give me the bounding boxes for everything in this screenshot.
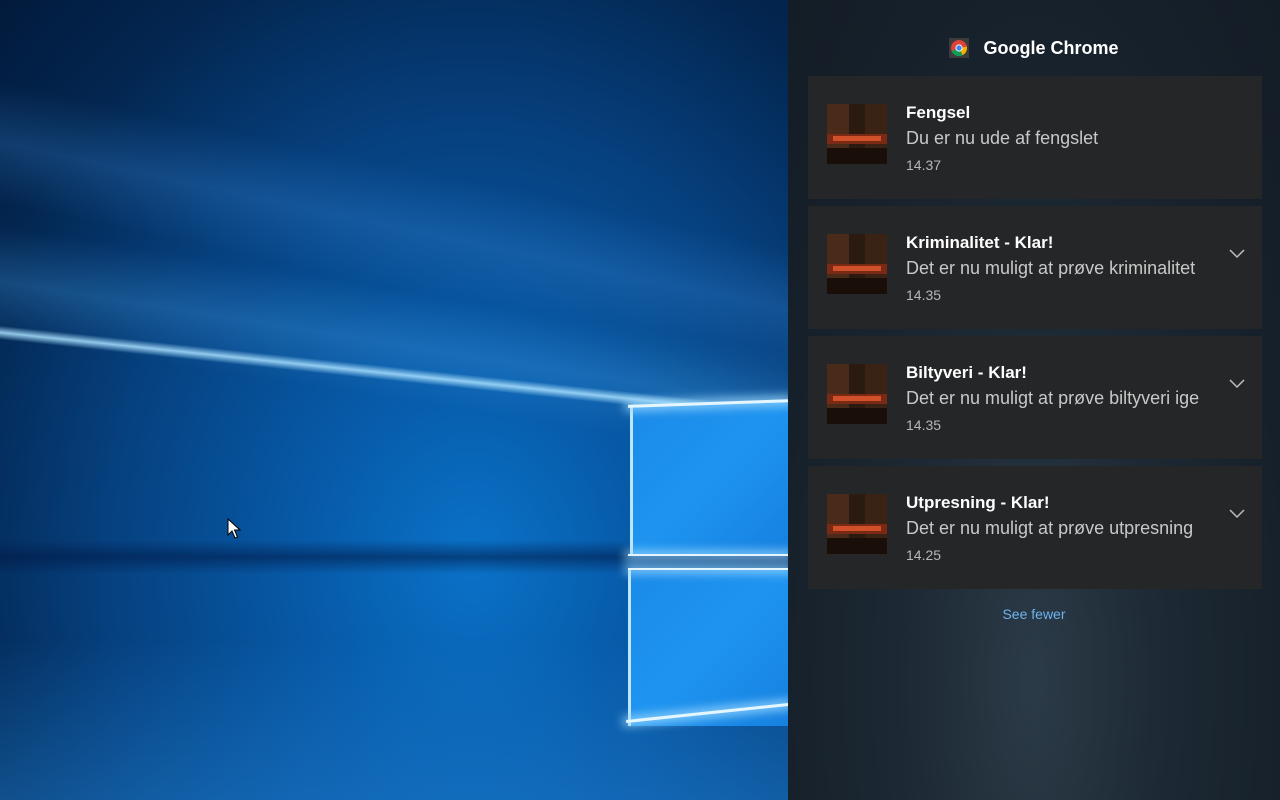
mouse-cursor-icon [227,518,241,539]
notification-card[interactable]: Biltyveri - Klar! Det er nu muligt at pr… [808,336,1262,459]
chrome-icon [949,38,970,58]
see-fewer-link[interactable]: See fewer [788,606,1280,622]
desktop-wallpaper[interactable] [0,0,788,800]
notification-body: Du er nu ude af fengslet [906,128,1099,148]
notification-list: Fengsel Du er nu ude af fengslet 14.37 K… [808,76,1262,596]
notification-time: 14.35 [906,417,942,433]
notification-body: Det er nu muligt at prøve kriminalitet [906,258,1196,278]
windows-logo-edge [628,554,788,556]
game-thumbnail [827,104,887,164]
notification-time: 14.25 [906,547,942,563]
game-thumbnail [827,364,887,424]
notification-title: Fengsel [906,103,971,122]
notification-group-header[interactable]: Google Chrome [788,30,1280,66]
windows-logo-pane [630,400,788,554]
notification-card[interactable]: Fengsel Du er nu ude af fengslet 14.37 [808,76,1262,199]
notification-card[interactable]: Kriminalitet - Klar! Det er nu muligt at… [808,206,1262,329]
chevron-down-icon[interactable] [1228,248,1246,260]
chevron-down-icon[interactable] [1228,508,1246,520]
game-thumbnail [827,494,887,554]
notification-title: Biltyveri - Klar! [906,363,1027,382]
notification-time: 14.35 [906,287,942,303]
notification-body: Det er nu muligt at prøve biltyveri ige [906,388,1200,408]
action-center-panel: Google Chrome Fengsel Du er nu ude af fe… [788,0,1280,800]
notification-title: Utpresning - Klar! [906,493,1050,512]
windows-logo-pane [628,568,788,726]
notification-time: 14.37 [906,157,942,173]
notification-title: Kriminalitet - Klar! [906,233,1054,252]
notification-body: Det er nu muligt at prøve utpresning [906,518,1194,538]
notification-card[interactable]: Utpresning - Klar! Det er nu muligt at p… [808,466,1262,589]
chevron-down-icon[interactable] [1228,378,1246,390]
windows-logo-edge [628,568,788,570]
app-name: Google Chrome [983,37,1119,58]
game-thumbnail [827,234,887,294]
